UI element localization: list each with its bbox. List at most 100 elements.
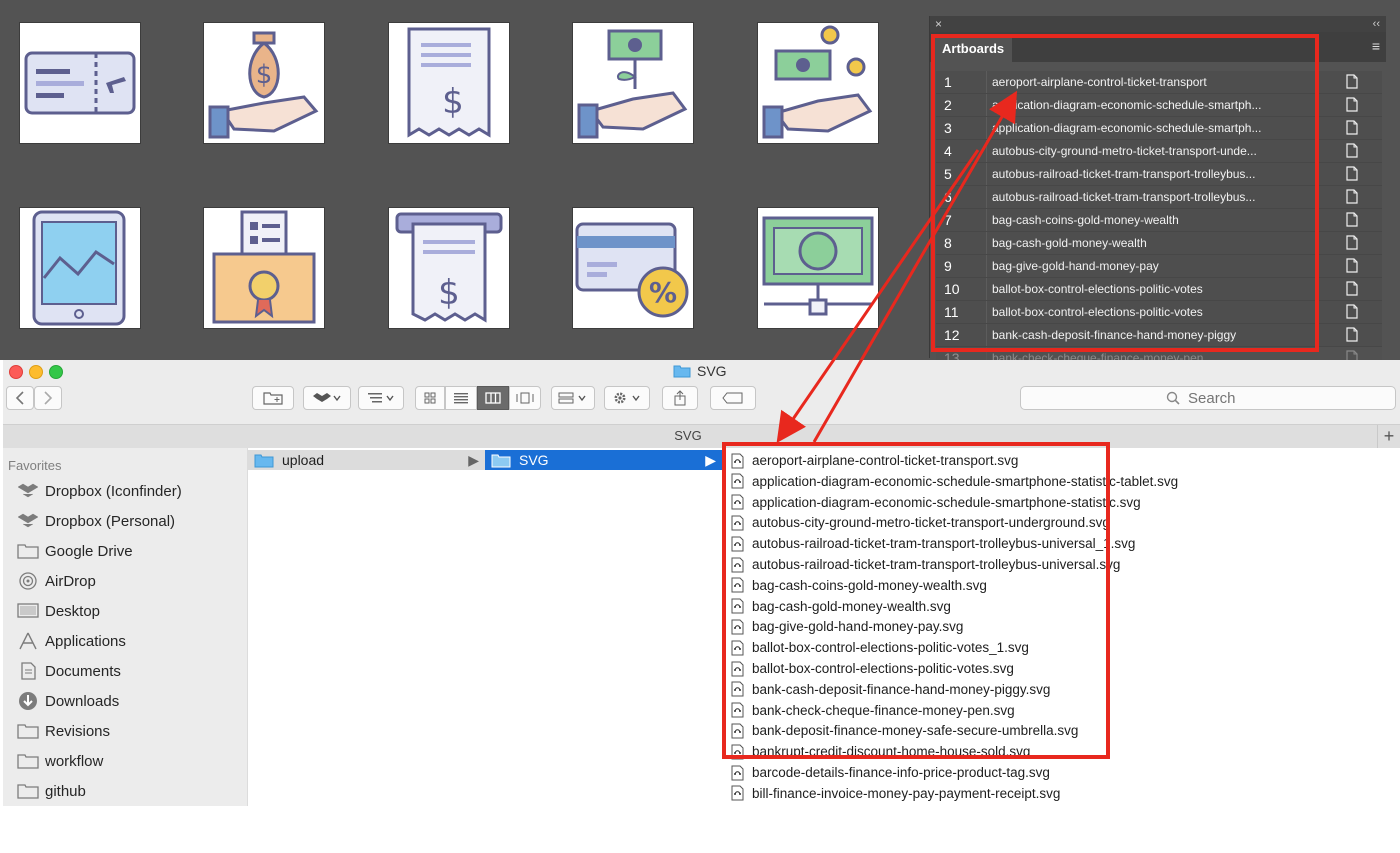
artboard-options-icon[interactable]: [1346, 304, 1358, 319]
file-row[interactable]: autobus-railroad-ticket-tram-transport-t…: [722, 554, 1120, 575]
sidebar-item-workflow[interactable]: workflow: [17, 749, 103, 773]
file-row[interactable]: autobus-city-ground-metro-ticket-transpo…: [722, 512, 1110, 533]
artboard-options-icon[interactable]: [1346, 281, 1358, 296]
artboard-row[interactable]: 6 autobus-railroad-ticket-tram-transport-…: [936, 186, 1382, 209]
artboard-row[interactable]: 7 bag-cash-coins-gold-money-wealth: [936, 209, 1382, 232]
artboard-thumbnail-atm-receipt[interactable]: $: [388, 207, 510, 329]
artboard-row[interactable]: 4 autobus-city-ground-metro-ticket-transp…: [936, 140, 1382, 163]
artboard-thumbnail-receipt[interactable]: $: [388, 22, 510, 144]
add-tab-button[interactable]: +: [1377, 425, 1400, 448]
file-row[interactable]: bank-deposit-finance-money-safe-secure-u…: [722, 720, 1078, 741]
column-item-svg[interactable]: SVG ▶: [485, 450, 722, 470]
artboard-options-icon[interactable]: [1346, 74, 1358, 89]
sidebar-item-downloads[interactable]: Downloads: [17, 689, 119, 713]
sidebar-item-google-drive[interactable]: Google Drive: [17, 539, 133, 563]
artboard-thumbnail-money-plant[interactable]: [572, 22, 694, 144]
artboard-name[interactable]: bag-cash-gold-money-wealth: [986, 232, 1292, 254]
file-row[interactable]: bill-finance-invoice-money-pay-payment-r…: [722, 783, 1060, 804]
artboard-name[interactable]: aeroport-airplane-control-ticket-transpo…: [986, 71, 1292, 93]
gallery-view-button[interactable]: [509, 386, 541, 410]
artboard-thumbnail-airplane-ticket[interactable]: [19, 22, 141, 144]
share-button[interactable]: [662, 386, 698, 410]
new-folder-button[interactable]: [252, 386, 294, 410]
sidebar-item-documents[interactable]: Documents: [17, 659, 121, 683]
file-row[interactable]: bank-check-cheque-finance-money-pen.svg: [722, 700, 1015, 721]
sidebar-item-dropbox-iconfinder[interactable]: Dropbox (Iconfinder): [17, 479, 182, 503]
sidebar-item-revisions[interactable]: Revisions: [17, 719, 110, 743]
forward-button[interactable]: [34, 386, 62, 410]
artboard-name[interactable]: ballot-box-control-elections-politic-vot…: [986, 278, 1292, 300]
back-button[interactable]: [6, 386, 34, 410]
close-window-button[interactable]: [9, 365, 23, 379]
artboard-name[interactable]: bag-give-gold-hand-money-pay: [986, 255, 1292, 277]
arrange-menu-button[interactable]: [358, 386, 404, 410]
artboard-thumbnail-banknote[interactable]: [757, 207, 879, 329]
artboard-options-icon[interactable]: [1346, 97, 1358, 112]
minimize-window-button[interactable]: [29, 365, 43, 379]
sidebar-item-airdrop[interactable]: AirDrop: [17, 569, 96, 593]
file-row[interactable]: ballot-box-control-elections-politic-vot…: [722, 637, 1029, 658]
artboard-name[interactable]: autobus-railroad-ticket-tram-transport-t…: [986, 163, 1292, 185]
artboard-options-icon[interactable]: [1346, 120, 1358, 135]
panel-menu-icon[interactable]: ≡: [1372, 38, 1380, 54]
action-menu-button[interactable]: [604, 386, 650, 410]
artboard-name[interactable]: bag-cash-coins-gold-money-wealth: [986, 209, 1292, 231]
artboard-name[interactable]: application-diagram-economic-schedule-sm…: [986, 94, 1292, 116]
file-row[interactable]: bank-cash-deposit-finance-hand-money-pig…: [722, 679, 1050, 700]
artboard-row[interactable]: 1 aeroport-airplane-control-ticket-transp…: [936, 71, 1382, 94]
file-row[interactable]: aeroport-airplane-control-ticket-transpo…: [722, 450, 1018, 471]
artboard-thumbnail-cash-coins[interactable]: [757, 22, 879, 144]
artboard-row[interactable]: 10 ballot-box-control-elections-politic-v…: [936, 278, 1382, 301]
artboard-thumbnail-tablet-chart[interactable]: [19, 207, 141, 329]
sidebar-item-desktop[interactable]: Desktop: [17, 599, 100, 623]
zoom-window-button[interactable]: [49, 365, 63, 379]
list-view-button[interactable]: [445, 386, 477, 410]
column-view-button[interactable]: [477, 386, 509, 410]
icon-view-button[interactable]: [415, 386, 445, 410]
artboard-options-icon[interactable]: [1346, 235, 1358, 250]
search-input[interactable]: [1186, 388, 1250, 408]
panel-close-icon[interactable]: ×: [935, 16, 942, 32]
artboard-row[interactable]: 11 ballot-box-control-elections-politic-v…: [936, 301, 1382, 324]
group-by-button[interactable]: [551, 386, 595, 410]
artboard-row[interactable]: 2 application-diagram-economic-schedule-s…: [936, 94, 1382, 117]
dropbox-menu-button[interactable]: [303, 386, 351, 410]
artboard-options-icon[interactable]: [1346, 143, 1358, 158]
search-field[interactable]: [1020, 386, 1396, 410]
file-row[interactable]: bag-cash-coins-gold-money-wealth.svg: [722, 575, 987, 596]
column-item-upload[interactable]: upload ▶: [248, 450, 485, 470]
file-row[interactable]: bag-cash-gold-money-wealth.svg: [722, 596, 951, 617]
sidebar-item-github[interactable]: github: [17, 779, 86, 803]
artboard-name[interactable]: application-diagram-economic-schedule-sm…: [986, 117, 1292, 139]
file-row[interactable]: application-diagram-economic-schedule-sm…: [722, 492, 1141, 513]
panel-collapse-icon[interactable]: ‹‹: [1373, 16, 1380, 32]
artboard-name[interactable]: autobus-city-ground-metro-ticket-transpo…: [986, 140, 1292, 162]
artboard-row[interactable]: 5 autobus-railroad-ticket-tram-transport-…: [936, 163, 1382, 186]
artboard-row[interactable]: 12 bank-cash-deposit-finance-hand-money-p…: [936, 324, 1382, 347]
tags-button[interactable]: [710, 386, 756, 410]
artboard-options-icon[interactable]: [1346, 327, 1358, 342]
artboard-row[interactable]: 3 application-diagram-economic-schedule-s…: [936, 117, 1382, 140]
artboard-thumbnail-credit-card[interactable]: %: [572, 207, 694, 329]
sidebar-item-dropbox-personal[interactable]: Dropbox (Personal): [17, 509, 175, 533]
artboard-name[interactable]: bank-cash-deposit-finance-hand-money-pig…: [986, 324, 1292, 346]
file-row[interactable]: barcode-details-finance-info-price-produ…: [722, 762, 1050, 783]
file-row[interactable]: bankrupt-credit-discount-home-house-sold…: [722, 741, 1030, 762]
file-row[interactable]: application-diagram-economic-schedule-sm…: [722, 471, 1178, 492]
artboard-row[interactable]: 9 bag-give-gold-hand-money-pay: [936, 255, 1382, 278]
artboard-thumbnail-money-bag[interactable]: $: [203, 22, 325, 144]
tab-artboards[interactable]: Artboards: [934, 36, 1013, 62]
artboard-options-icon[interactable]: [1346, 189, 1358, 204]
sidebar-item-applications[interactable]: Applications: [17, 629, 126, 653]
artboard-name[interactable]: ballot-box-control-elections-politic-vot…: [986, 301, 1292, 323]
file-row[interactable]: autobus-railroad-ticket-tram-transport-t…: [722, 533, 1135, 554]
arrange-list-icon: [368, 393, 394, 403]
artboard-thumbnail-ballot-box[interactable]: [203, 207, 325, 329]
artboard-options-icon[interactable]: [1346, 258, 1358, 273]
file-row[interactable]: bag-give-gold-hand-money-pay.svg: [722, 616, 963, 637]
artboard-options-icon[interactable]: [1346, 166, 1358, 181]
file-row[interactable]: ballot-box-control-elections-politic-vot…: [722, 658, 1014, 679]
artboard-name[interactable]: autobus-railroad-ticket-tram-transport-t…: [986, 186, 1292, 208]
artboard-options-icon[interactable]: [1346, 212, 1358, 227]
artboard-row[interactable]: 8 bag-cash-gold-money-wealth: [936, 232, 1382, 255]
